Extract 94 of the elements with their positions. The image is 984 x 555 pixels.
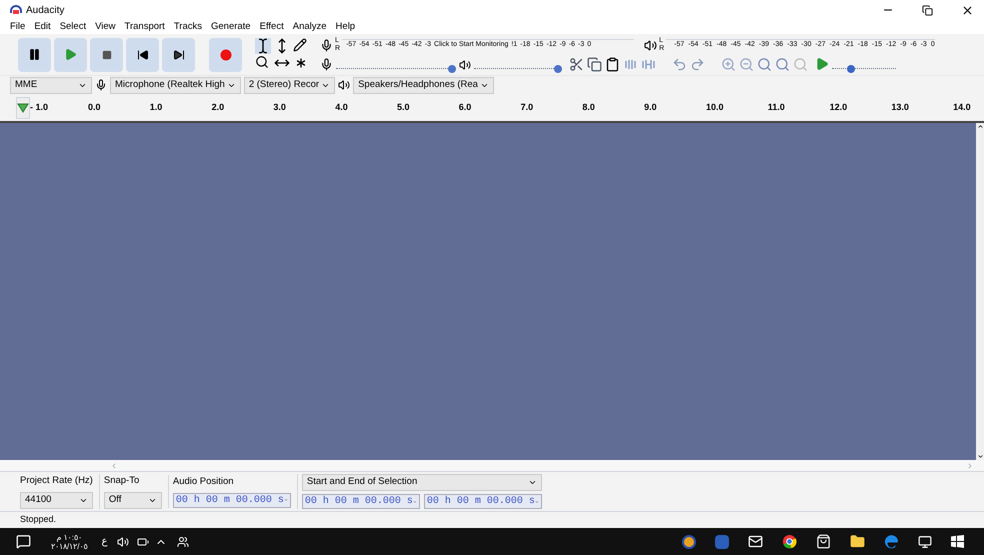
ruler-label: 13.0 xyxy=(891,102,909,112)
skip-back-icon xyxy=(136,48,148,60)
ruler-label: 1.0 xyxy=(150,102,162,112)
microphone-icon xyxy=(320,58,333,71)
host-dropdown[interactable]: MME xyxy=(10,76,92,94)
ruler-label: 12.0 xyxy=(830,102,848,112)
input-device-dropdown[interactable]: Microphone (Realtek High xyxy=(110,76,241,94)
speaker-icon xyxy=(459,58,471,70)
start-icon[interactable] xyxy=(951,535,964,548)
menu-item[interactable]: Generate xyxy=(210,20,251,34)
snap-to-dropdown[interactable]: Off xyxy=(104,492,162,509)
store-icon[interactable] xyxy=(816,534,831,549)
menu-item[interactable]: Analyze xyxy=(292,20,327,34)
ruler-label: 3.0 xyxy=(273,102,286,112)
task-view-icon[interactable] xyxy=(918,534,932,548)
restore-button[interactable] xyxy=(922,4,933,16)
document-app-icon[interactable] xyxy=(715,534,729,548)
close-button[interactable] xyxy=(961,4,974,16)
draw-tool-icon[interactable] xyxy=(293,38,307,52)
ruler-label: 4.0 xyxy=(335,102,348,112)
record-button[interactable] xyxy=(209,38,242,72)
pause-button[interactable] xyxy=(18,38,51,72)
field-label: Audio Position xyxy=(172,475,235,490)
ruler-label: - 1.0 xyxy=(30,102,48,112)
field-label: Project Rate (Hz) xyxy=(20,474,93,488)
language-indicator[interactable]: ع xyxy=(101,534,108,549)
redo-icon[interactable] xyxy=(690,57,705,72)
menu-item[interactable]: Select xyxy=(60,20,86,34)
undo-icon[interactable] xyxy=(672,57,687,72)
menu-item[interactable]: File xyxy=(10,20,26,34)
headphones-icon xyxy=(10,5,22,15)
window-title: Audacity xyxy=(26,4,64,18)
time-field[interactable]: 00 h 00 m 00.000 s xyxy=(424,494,542,509)
menu-item[interactable]: Effect xyxy=(260,20,284,34)
time-field[interactable]: 00 h 00 m 00.000 s xyxy=(172,492,291,508)
app-icon[interactable] xyxy=(682,534,696,548)
speaker-icon xyxy=(338,79,350,91)
play-head-icon[interactable] xyxy=(17,102,29,112)
pause-icon xyxy=(28,48,41,61)
skip-forward-icon xyxy=(172,48,184,60)
folder-icon[interactable] xyxy=(850,534,865,549)
menu-item[interactable]: Tracks xyxy=(174,20,202,34)
status-text: Stopped. xyxy=(20,513,56,526)
stop-icon xyxy=(102,50,112,60)
ruler-label: 10.0 xyxy=(706,102,724,112)
skip-to-end-button[interactable] xyxy=(162,38,195,72)
play-at-speed-icon[interactable] xyxy=(815,57,829,71)
output-device-dropdown[interactable]: Speakers/Headphones (Rea xyxy=(353,76,494,94)
scroll-up-icon[interactable] xyxy=(976,123,984,130)
ruler-label: 8.0 xyxy=(582,102,595,112)
ruler-label: 6.0 xyxy=(458,102,472,112)
chevron-down-icon xyxy=(528,478,537,487)
fit-project-icon[interactable] xyxy=(775,57,790,72)
clock[interactable]: ١٠:٥٠ م ٢٠١٨/١٢/٠٥ xyxy=(51,532,88,550)
zoom-toggle-icon[interactable] xyxy=(793,57,808,72)
browser-icon[interactable] xyxy=(782,534,797,549)
fit-selection-icon[interactable] xyxy=(757,57,772,72)
ruler-label: 14.0 xyxy=(953,102,971,112)
slider-thumb[interactable] xyxy=(554,64,562,72)
speaker-icon[interactable] xyxy=(644,38,658,52)
menu-item[interactable]: Edit xyxy=(34,20,51,34)
scroll-down-icon[interactable] xyxy=(976,453,984,460)
record-icon xyxy=(220,48,232,60)
field-label: Snap-To xyxy=(104,474,140,488)
channels-dropdown[interactable]: 2 (Stereo) Recor xyxy=(244,76,336,94)
time-field[interactable]: 00 h 00 m 00.000 s xyxy=(302,494,420,509)
menu-item[interactable]: Transport xyxy=(124,20,165,34)
skip-to-start-button[interactable] xyxy=(126,38,159,72)
menu-item[interactable]: Help xyxy=(336,20,356,34)
microphone-icon xyxy=(95,79,107,91)
battery-icon[interactable] xyxy=(137,536,150,548)
ruler-label: 9.0 xyxy=(644,102,657,112)
notification-icon[interactable] xyxy=(16,534,31,549)
copy-icon[interactable] xyxy=(587,57,602,72)
paste-icon[interactable] xyxy=(605,57,620,72)
volume-icon[interactable] xyxy=(117,536,130,548)
ruler-label: 5.0 xyxy=(396,102,410,112)
slider-thumb[interactable] xyxy=(448,64,456,72)
ruler-label: 0.0 xyxy=(88,102,101,112)
menu-item[interactable]: View xyxy=(95,20,116,34)
play-icon xyxy=(64,48,77,61)
selection-mode-dropdown[interactable]: Start and End of Selection xyxy=(302,474,542,491)
microphone-icon[interactable] xyxy=(320,38,333,52)
people-icon[interactable] xyxy=(177,536,190,548)
selection-tool-icon[interactable] xyxy=(255,38,271,54)
zoom-tool-icon[interactable] xyxy=(255,55,269,69)
ruler-label: 2.0 xyxy=(212,102,224,112)
stop-button[interactable] xyxy=(90,38,123,72)
ruler-label: 11.0 xyxy=(768,102,785,112)
project-rate-dropdown[interactable]: 44100 xyxy=(20,492,93,509)
slider-thumb[interactable] xyxy=(847,64,856,72)
ruler-label: 7.0 xyxy=(520,102,534,112)
mail-icon[interactable] xyxy=(748,534,763,549)
cut-icon[interactable] xyxy=(569,57,584,72)
